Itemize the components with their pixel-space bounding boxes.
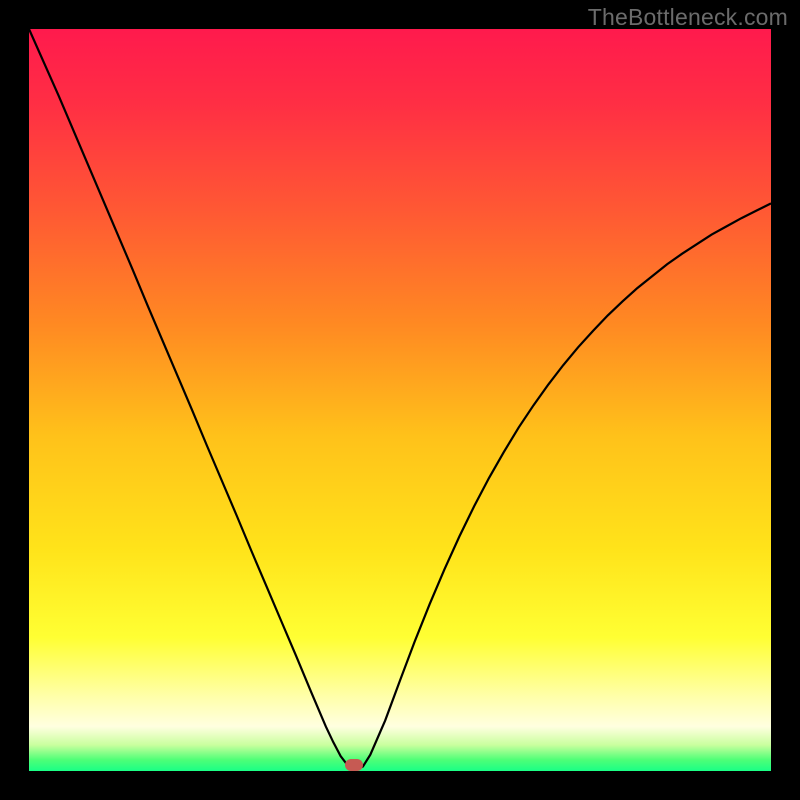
optimal-point-marker <box>345 759 363 771</box>
chart-frame: TheBottleneck.com <box>0 0 800 800</box>
watermark-text: TheBottleneck.com <box>588 4 788 31</box>
plot-area <box>29 29 771 771</box>
bottleneck-curve <box>29 29 771 771</box>
